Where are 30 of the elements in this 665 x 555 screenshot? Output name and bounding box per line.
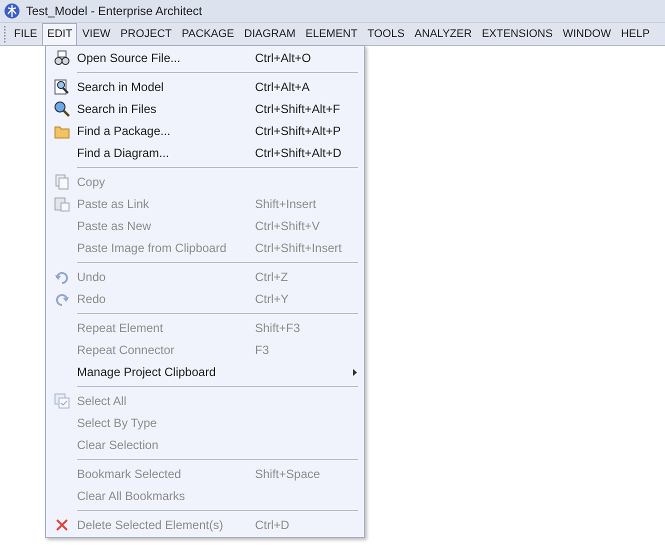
menu-bar-item[interactable]: DIAGRAM [239,23,300,45]
binoculars-icon [54,50,70,66]
undo-icon [54,269,70,285]
grip-icon [3,25,7,43]
select-all-icon [54,393,70,409]
menu-bar-item[interactable]: ELEMENT [300,23,362,45]
menu-item[interactable]: Find a Diagram... Ctrl+Shift+Alt+D [46,142,364,164]
clipboard-icon [54,196,70,212]
menu-bar-item[interactable]: HELP [616,23,655,45]
menu-bar-item[interactable]: ANALYZER [410,23,477,45]
menu-item[interactable]: Find a Package... Ctrl+Shift+Alt+P [46,120,364,142]
menu-item[interactable]: Search in Model Ctrl+Alt+A [46,76,364,98]
magnifier-icon [54,101,70,117]
menu-bar-item[interactable]: VIEW [77,23,116,45]
window-title: Test_Model - Enterprise Architect [26,3,202,20]
logo-icon [4,3,20,19]
menu-bar-item[interactable]: PACKAGE [176,23,240,45]
menu-bar-item[interactable]: EXTENSIONS [476,23,558,45]
menu-bar-item[interactable]: FILE [9,23,42,45]
menu-bar-item[interactable]: EDIT [42,23,78,45]
copy-icon [54,174,70,190]
menu-bar-item[interactable]: PROJECT [115,23,177,45]
document-search-icon [54,79,70,95]
redo-icon [54,291,70,307]
menu-item[interactable]: Open Source File... Ctrl+Alt+O [46,47,364,69]
menu-item[interactable]: Search in Files Ctrl+Shift+Alt+F [46,98,364,120]
menu-bar-item[interactable]: WINDOW [558,23,616,45]
menu-bar-item[interactable]: TOOLS [362,23,410,45]
menu-item[interactable]: Manage Project Clipboard [46,361,364,383]
delete-icon [54,518,68,532]
